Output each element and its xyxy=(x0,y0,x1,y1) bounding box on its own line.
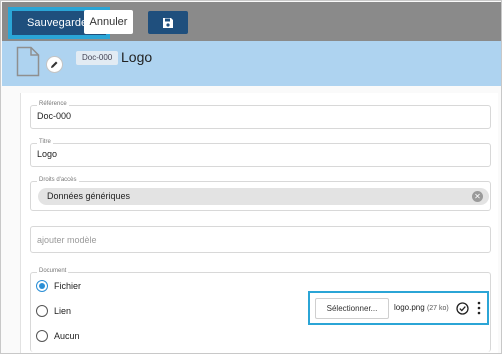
document-icon xyxy=(16,46,40,77)
radio-option-fichier[interactable]: Fichier xyxy=(36,279,81,293)
reference-label: Référence xyxy=(37,100,69,108)
radio-option-aucun[interactable]: Aucun xyxy=(36,329,80,343)
radio-option-lien[interactable]: Lien xyxy=(36,304,71,318)
add-model-field[interactable]: ajouter modèle xyxy=(30,226,491,253)
file-upload-panel: Sélectionner... logo.png (27 ko) xyxy=(308,291,489,325)
document-header: Doc-000 Logo xyxy=(2,41,501,86)
radio-button-checked[interactable] xyxy=(36,280,48,292)
add-model-placeholder: ajouter modèle xyxy=(37,235,97,245)
more-options-icon[interactable] xyxy=(476,301,482,315)
access-rights-chip[interactable]: Données génériques ✕ xyxy=(38,188,489,205)
page-title: Logo xyxy=(121,49,153,65)
check-circle-icon xyxy=(456,302,469,315)
select-file-button[interactable]: Sélectionner... xyxy=(315,298,389,319)
app-window: Sauvegarder Annuler Doc-000 Logo Référen… xyxy=(0,0,502,354)
form-card: Référence Doc-000 Titre Logo Droits d'ac… xyxy=(20,93,498,353)
radio-button[interactable] xyxy=(36,330,48,342)
file-size: (27 ko) xyxy=(426,305,449,312)
title-field[interactable]: Titre Logo xyxy=(30,138,491,167)
radio-button[interactable] xyxy=(36,305,48,317)
access-rights-label: Droits d'accès xyxy=(37,176,79,184)
document-label: Document xyxy=(37,267,69,275)
radio-label-lien: Lien xyxy=(54,306,72,316)
edit-button[interactable] xyxy=(46,56,63,73)
title-label: Titre xyxy=(37,138,53,146)
remove-chip-icon[interactable]: ✕ xyxy=(472,191,483,202)
reference-value: Doc-000 xyxy=(37,111,72,121)
floppy-disk-icon xyxy=(163,17,173,28)
file-info: logo.png (27 ko) xyxy=(394,303,449,312)
file-name: logo.png xyxy=(394,303,425,312)
doc-code-badge: Doc-000 xyxy=(76,51,119,65)
title-value: Logo xyxy=(37,149,58,159)
pencil-icon xyxy=(51,61,58,68)
toolbar: Sauvegarder Annuler xyxy=(2,2,501,41)
save-disk-button[interactable] xyxy=(148,11,188,34)
access-rights-field[interactable]: Droits d'accès Données génériques ✕ xyxy=(30,176,491,211)
radio-label-fichier: Fichier xyxy=(54,281,82,291)
cancel-button[interactable]: Annuler xyxy=(84,10,133,34)
reference-field[interactable]: Référence Doc-000 xyxy=(30,100,491,129)
radio-label-aucun: Aucun xyxy=(54,331,80,341)
access-rights-chip-label: Données génériques xyxy=(47,191,131,201)
